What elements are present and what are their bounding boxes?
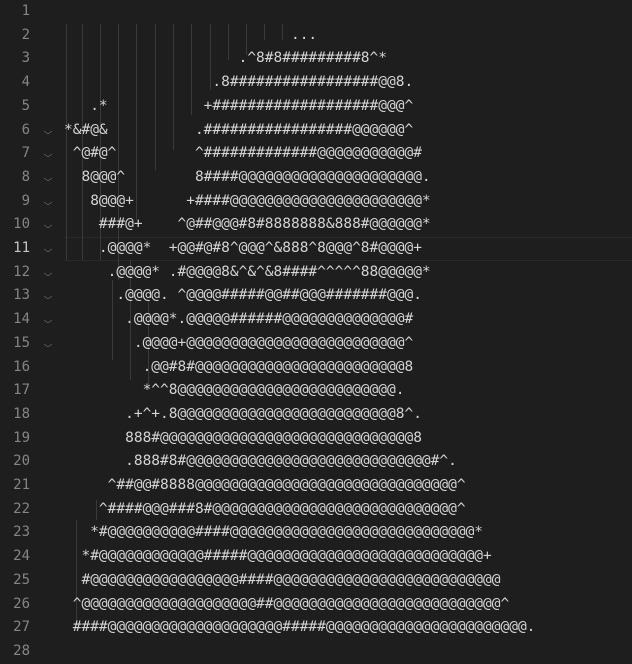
line-number[interactable]: 23: [0, 521, 30, 545]
code-line[interactable]: 8@@@+ +####@@@@@@@@@@@@@@@@@@@@@@*: [64, 190, 430, 214]
line-number[interactable]: 15: [0, 332, 30, 356]
line-number[interactable]: 28: [0, 640, 30, 664]
line-number[interactable]: 13: [0, 284, 30, 308]
line-number-gutter[interactable]: 1 2 3 4 5 6 ⌵ 7 ⌵ 8 ⌵ 9 ⌵ 10 ⌵ 11 ⌵ 12 ⌵ 13 ⌵ 14 ⌵ 15 ⌵ 16 17 18 19 2…: [0, 0, 64, 663]
code-line[interactable]: .8#################@@8.: [64, 71, 413, 95]
code-editor[interactable]: 1 2 3 4 5 6 ⌵ 7 ⌵ 8 ⌵ 9 ⌵ 10 ⌵ 11 ⌵ 12 ⌵ 13 ⌵ 14 ⌵ 15 ⌵ 16 17 18 19 2…: [0, 0, 632, 663]
line-number[interactable]: 16: [0, 356, 30, 380]
code-line[interactable]: .+^+.8@@@@@@@@@@@@@@@@@@@@@@@@@8^.: [64, 403, 422, 427]
code-line[interactable]: ^####@@@###8#@@@@@@@@@@@@@@@@@@@@@@@@@@@…: [64, 498, 466, 522]
line-number[interactable]: 21: [0, 474, 30, 498]
line-number[interactable]: 10: [0, 213, 30, 237]
line-number[interactable]: 6: [0, 119, 30, 143]
code-line[interactable]: ####@@@@@@@@@@@@@@@@@@@@#####@@@@@@@@@@@…: [64, 616, 536, 640]
line-number[interactable]: 12: [0, 261, 30, 285]
line-number[interactable]: 14: [0, 308, 30, 332]
chevron-down-icon[interactable]: ⌵: [40, 166, 57, 190]
code-line[interactable]: .^8#8#########8^*: [64, 47, 387, 71]
code-line[interactable]: 888#@@@@@@@@@@@@@@@@@@@@@@@@@@@@@8: [64, 427, 422, 451]
line-number[interactable]: 5: [0, 95, 30, 119]
line-number[interactable]: 17: [0, 379, 30, 403]
chevron-down-icon[interactable]: ⌵: [40, 308, 57, 332]
line-number[interactable]: 8: [0, 166, 30, 190]
code-line[interactable]: .888#8#@@@@@@@@@@@@@@@@@@@@@@@@@@@@#^.: [64, 450, 457, 474]
line-number[interactable]: 20: [0, 450, 30, 474]
code-line[interactable]: ^@@@@@@@@@@@@@@@@@@@@##@@@@@@@@@@@@@@@@@…: [64, 593, 510, 617]
code-line[interactable]: *&#@& .#################@@@@@@^: [64, 119, 413, 143]
chevron-down-icon[interactable]: ⌵: [40, 284, 57, 308]
line-number[interactable]: 19: [0, 427, 30, 451]
line-number[interactable]: 25: [0, 569, 30, 593]
code-line[interactable]: *#@@@@@@@@@@####@@@@@@@@@@@@@@@@@@@@@@@@…: [64, 521, 483, 545]
chevron-down-icon[interactable]: ⌵: [40, 237, 57, 261]
code-line[interactable]: ...: [64, 24, 317, 48]
line-number[interactable]: 7: [0, 142, 30, 166]
chevron-down-icon[interactable]: ⌵: [40, 119, 57, 143]
code-line[interactable]: .@@@@+@@@@@@@@@@@@@@@@@@@@@@@@@^: [64, 332, 413, 356]
line-number[interactable]: 3: [0, 47, 30, 71]
chevron-down-icon[interactable]: ⌵: [40, 332, 57, 356]
line-number[interactable]: 11: [0, 237, 30, 261]
code-line[interactable]: .@@@@. ^@@@@#####@@##@@@#######@@@.: [64, 284, 422, 308]
code-line[interactable]: .@@@@* +@@#@#8^@@@^&888^8@@@^8#@@@@+: [64, 237, 422, 261]
line-number[interactable]: 24: [0, 545, 30, 569]
code-line[interactable]: .@@#8#@@@@@@@@@@@@@@@@@@@@@@@@8: [64, 356, 414, 380]
code-line[interactable]: 8@@@^ 8####@@@@@@@@@@@@@@@@@@@@@.: [64, 166, 430, 190]
chevron-down-icon[interactable]: ⌵: [40, 213, 57, 237]
code-line[interactable]: *#@@@@@@@@@@@@#####@@@@@@@@@@@@@@@@@@@@@…: [64, 545, 491, 569]
code-line[interactable]: #@@@@@@@@@@@@@@@@@####@@@@@@@@@@@@@@@@@@…: [64, 569, 500, 593]
code-line[interactable]: ###@+ ^@##@@@#8#8888888&888#@@@@@@*: [64, 213, 431, 237]
code-line[interactable]: ^##@@#8888@@@@@@@@@@@@@@@@@@@@@@@@@@@@@@…: [64, 474, 466, 498]
code-line[interactable]: .@@@@* .#@@@@8&^&^&8####^^^^^88@@@@@*: [64, 261, 431, 285]
line-number[interactable]: 26: [0, 593, 30, 617]
line-number[interactable]: 1: [0, 0, 30, 24]
line-number[interactable]: 9: [0, 190, 30, 214]
line-number[interactable]: 2: [0, 24, 30, 48]
chevron-down-icon[interactable]: ⌵: [40, 261, 57, 285]
code-line[interactable]: *^^8@@@@@@@@@@@@@@@@@@@@@@@@@.: [64, 379, 405, 403]
chevron-down-icon[interactable]: ⌵: [40, 190, 57, 214]
code-line[interactable]: .* +###################@@@^: [64, 95, 413, 119]
line-number[interactable]: 4: [0, 71, 30, 95]
line-number[interactable]: 22: [0, 498, 30, 522]
code-line[interactable]: .@@@@*.@@@@@######@@@@@@@@@@@@@@#: [64, 308, 413, 332]
line-number[interactable]: 27: [0, 616, 30, 640]
line-number[interactable]: 18: [0, 403, 30, 427]
chevron-down-icon[interactable]: ⌵: [40, 142, 57, 166]
code-line[interactable]: ^@#@^ ^#############@@@@@@@@@@@#: [64, 142, 422, 166]
